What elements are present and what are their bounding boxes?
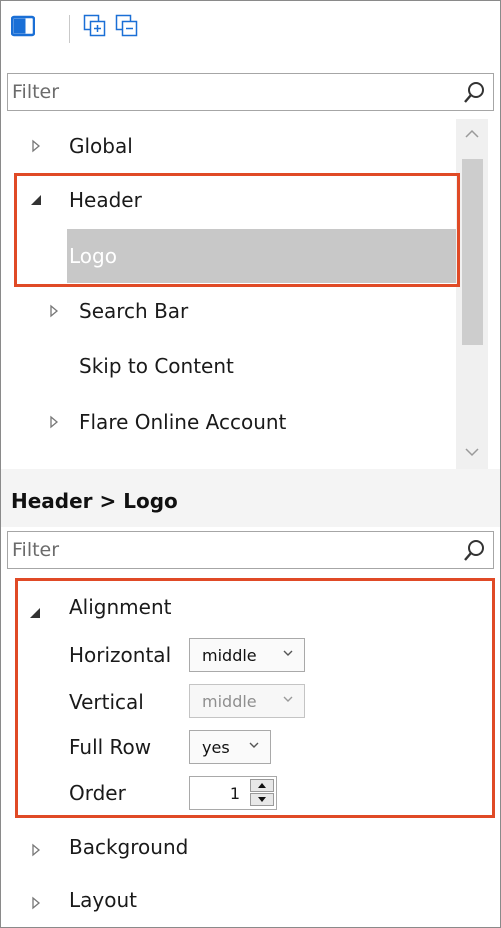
search-icon[interactable]: [463, 538, 487, 562]
tree-item-skip-to-content[interactable]: Skip to Content: [7, 339, 459, 393]
expand-all-button[interactable]: [81, 11, 109, 41]
arrow-down-icon: [258, 797, 266, 802]
group-label: Alignment: [69, 595, 172, 619]
properties-filter: [7, 531, 494, 569]
chevron-down-icon: [283, 696, 293, 702]
tree-item-label: Logo: [69, 244, 117, 268]
expand-arrow-icon[interactable]: [47, 415, 61, 429]
group-label: Layout: [69, 888, 137, 912]
chevron-down-icon: [249, 742, 259, 748]
chevron-up-icon: [465, 129, 479, 138]
tree-item-flare-online-account[interactable]: Flare Online Account: [7, 395, 459, 449]
dropdown-value: middle: [202, 646, 257, 665]
dropdown-value: yes: [202, 738, 230, 757]
horizontal-dropdown[interactable]: middle: [189, 638, 305, 672]
toolbar: [1, 1, 500, 61]
group-label: Background: [69, 835, 189, 859]
spinner-up-button[interactable]: [250, 779, 274, 792]
search-icon[interactable]: [463, 80, 487, 104]
panel-toggle-button[interactable]: [9, 11, 37, 41]
group-layout[interactable]: Layout: [1, 878, 481, 922]
collapse-all-icon: [115, 14, 138, 37]
chevron-down-icon: [283, 650, 293, 656]
tree-item-label: Search Bar: [79, 299, 189, 323]
tree-item-header[interactable]: Header: [7, 173, 459, 227]
vertical-dropdown: middle: [189, 684, 305, 718]
properties-breadcrumb: Header > Logo: [11, 489, 178, 513]
skin-editor-panel: Global Header Logo Search Bar Skip to Co…: [0, 0, 501, 928]
chevron-down-icon: [465, 448, 479, 457]
expand-arrow-icon[interactable]: [47, 304, 61, 318]
tree-item-label: Skip to Content: [79, 354, 234, 378]
spinner-value: 1: [229, 784, 240, 803]
property-label: Full Row: [69, 735, 152, 759]
property-label: Horizontal: [69, 643, 172, 667]
expand-all-icon: [83, 14, 106, 37]
properties-filter-input[interactable]: [8, 532, 452, 568]
tree-item-logo[interactable]: Logo: [67, 229, 459, 283]
property-label: Vertical: [69, 690, 144, 714]
scroll-down-button[interactable]: [456, 437, 488, 467]
scroll-up-button[interactable]: [456, 119, 488, 149]
collapse-arrow-icon[interactable]: [29, 600, 41, 624]
group-alignment[interactable]: Alignment: [1, 585, 481, 629]
expand-arrow-icon[interactable]: [29, 139, 43, 153]
expand-arrow-icon[interactable]: [31, 838, 41, 862]
order-spinner[interactable]: 1: [189, 776, 277, 810]
group-background[interactable]: Background: [1, 825, 481, 869]
collapse-arrow-icon[interactable]: [29, 193, 43, 207]
tree-item-label: Header: [69, 188, 142, 212]
toolbar-separator: [69, 15, 70, 43]
collapse-all-button[interactable]: [113, 11, 141, 41]
tree-item-search-bar[interactable]: Search Bar: [7, 284, 459, 338]
tree-scrollbar[interactable]: [456, 119, 488, 469]
tree-filter: [7, 73, 494, 111]
arrow-up-icon: [258, 783, 266, 788]
skin-tree: Global Header Logo Search Bar Skip to Co…: [7, 119, 494, 469]
tree-filter-input[interactable]: [8, 74, 452, 110]
dropdown-value: middle: [202, 692, 257, 711]
tree-item-label: Flare Online Account: [79, 410, 287, 434]
tree-item-label: Global: [69, 134, 133, 158]
expand-arrow-icon[interactable]: [31, 891, 41, 915]
property-label: Order: [69, 781, 126, 805]
panel-toggle-icon: [11, 15, 35, 37]
tree-item-global[interactable]: Global: [7, 119, 459, 173]
scroll-thumb[interactable]: [462, 159, 483, 345]
spinner-down-button[interactable]: [250, 793, 274, 806]
full-row-dropdown[interactable]: yes: [189, 730, 271, 764]
